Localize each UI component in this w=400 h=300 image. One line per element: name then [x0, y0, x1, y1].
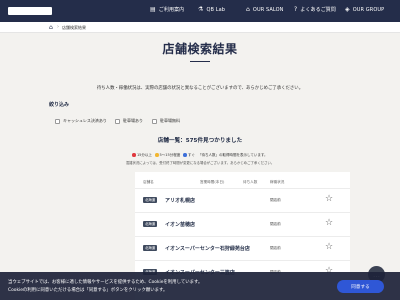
- page-title: 店舗検索結果: [162, 42, 238, 56]
- home-icon[interactable]: ⌂: [49, 24, 53, 31]
- nav-faq-label: よくあるご質問: [300, 7, 336, 13]
- star-icon[interactable]: ☆: [325, 194, 333, 204]
- list-title: 店舗一覧：575件見つかりました: [157, 138, 243, 144]
- flask-icon: ⚗: [198, 6, 204, 13]
- nav-our-salon-label: OUR SALON: [252, 6, 284, 13]
- red-dot-icon: [132, 153, 136, 157]
- column-header-waiting: 待ち人数: [243, 180, 258, 184]
- legend-label: 15分以上: [136, 153, 152, 157]
- legend-note: 「待ち人数」の取得時間を表示しています。: [197, 153, 268, 157]
- star-icon[interactable]: ☆: [325, 242, 333, 252]
- shop-status: 閉店前: [270, 246, 281, 250]
- cookie-text: 当ウェブサイトでは、お客様に適した情報やサービスを提供するため、Cookieを利…: [8, 279, 308, 294]
- nav-qb-lab[interactable]: ⚗ QB Lab: [198, 6, 225, 13]
- table-row[interactable]: 北海道 イオンスーパーセンター石狩緑苑台店 閉店前 ☆: [135, 236, 350, 260]
- filter-parking-label: 駐車場あり: [123, 118, 143, 123]
- site-header: ▤ ご利用案内 ⚗ QB Lab ⌂ OUR SALON ? よくあるご質問 ◈…: [0, 0, 400, 22]
- nav-qb-lab-label: QB Lab: [206, 6, 226, 13]
- title-underline: [190, 61, 210, 62]
- wait-legend: 15分以上 5〜15分程度 すぐ 「待ち人数」の取得時間を表示しています。: [0, 153, 400, 158]
- group-icon: ◈: [345, 6, 350, 13]
- chevron-right-icon: ›: [57, 24, 59, 30]
- filter-cashless-label: キャッシュレス決済あり: [63, 118, 107, 123]
- column-header-status: 稼働状況: [270, 180, 285, 184]
- congestion-note: 混雑状況によっては、受付終了時間が変更になる場合がございます。あらかじめご了承く…: [125, 161, 275, 165]
- shop-status: 閉店前: [270, 222, 281, 226]
- nav-our-group[interactable]: ◈ OUR GROUP: [345, 6, 384, 13]
- filter-free-parking[interactable]: 駐車場無料: [152, 117, 180, 125]
- filter-parking[interactable]: 駐車場あり: [115, 117, 143, 125]
- table-row[interactable]: 北海道 イオン苗穂店 閉店前 ☆: [135, 212, 350, 236]
- shop-icon: ⌂: [246, 6, 250, 13]
- document-icon: ▤: [150, 6, 156, 13]
- legend-label: 5〜15分程度: [159, 153, 181, 157]
- question-icon: ?: [294, 6, 298, 13]
- region-badge: 北海道: [143, 221, 158, 227]
- star-icon[interactable]: ☆: [325, 218, 333, 228]
- column-header-hours: 営業時間(本日): [200, 180, 225, 184]
- legend-label: すぐ: [187, 153, 195, 157]
- table-row[interactable]: 北海道 アリオ札幌店 閉店前 ☆: [135, 188, 350, 212]
- filter-cashless[interactable]: キャッシュレス決済あり: [55, 117, 107, 125]
- shop-name[interactable]: イオン苗穂店: [165, 221, 195, 228]
- logo[interactable]: [8, 7, 52, 15]
- nav-our-group-label: OUR GROUP: [352, 6, 385, 13]
- cookie-text-line2: Cookieの利用に同意いただける場合は「同意する」ボタンをクリック願います。: [8, 287, 168, 293]
- column-header-name: 店舗名: [143, 180, 154, 184]
- nav-faq[interactable]: ? よくあるご質問: [294, 6, 336, 13]
- nav-guide-label: ご利用案内: [158, 7, 185, 13]
- checkbox[interactable]: [115, 118, 120, 124]
- blue-dot-icon: [183, 153, 187, 157]
- breadcrumb-current: 店舗検索結果: [62, 25, 86, 30]
- shop-name[interactable]: イオンスーパーセンター石狩緑苑台店: [165, 245, 250, 252]
- agree-button[interactable]: 同意する: [337, 280, 384, 293]
- shop-name[interactable]: アリオ札幌店: [165, 197, 195, 204]
- filter-free-parking-label: 駐車場無料: [160, 118, 180, 123]
- intro-text: 待ち人数・稼働状況は、実際の店舗の状況と異なることがございますので、あらかじめご…: [96, 86, 304, 91]
- checkbox[interactable]: [55, 118, 60, 124]
- nav-our-salon[interactable]: ⌂ OUR SALON: [246, 6, 283, 13]
- cookie-text-line1: 当ウェブサイトでは、お客様に適した情報やサービスを提供するため、Cookieを利…: [8, 280, 203, 285]
- cookie-banner: 当ウェブサイトでは、お客様に適した情報やサービスを提供するため、Cookieを利…: [0, 272, 400, 300]
- filter-label: 絞り込み: [49, 102, 70, 108]
- region-badge: 北海道: [143, 197, 158, 203]
- nav-guide[interactable]: ▤ ご利用案内: [150, 6, 184, 13]
- region-badge: 北海道: [143, 245, 158, 251]
- yellow-dot-icon: [155, 153, 159, 157]
- checkbox[interactable]: [152, 118, 157, 124]
- shop-status: 閉店前: [270, 198, 281, 202]
- breadcrumb: ⌂ › 店舗検索結果: [0, 22, 400, 33]
